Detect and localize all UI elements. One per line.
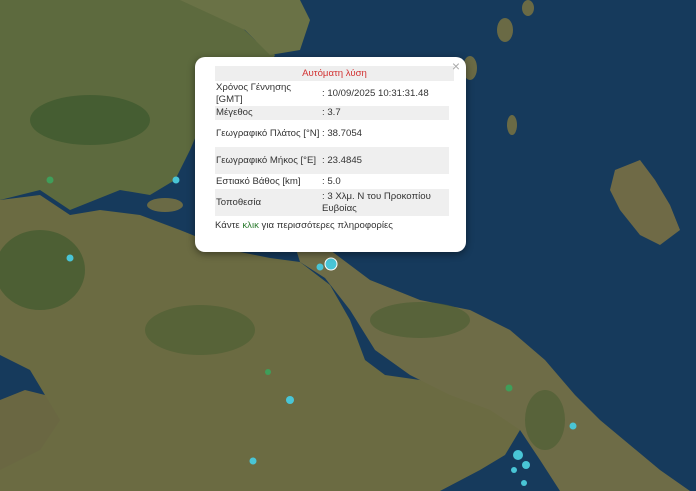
quake-marker <box>172 176 180 184</box>
quake-marker-old <box>265 369 271 375</box>
table-row-latitude: Γεωγραφικό Πλάτος [°N] : 38.7054 <box>215 120 449 147</box>
value-location: : 3 Χλμ. Ν του Προκοπίου Ευβοίας <box>321 189 449 216</box>
label-location: Τοποθεσία <box>215 189 321 216</box>
popup-title: Αυτόματη λύση <box>215 66 454 81</box>
more-info-link[interactable]: κλικ <box>242 220 259 231</box>
more-info-suffix: για περισσότερες πληροφορίες <box>258 220 393 231</box>
label-depth: Εστιακό Βάθος [km] <box>216 175 301 187</box>
earthquake-info-popup: × Αυτόματη λύση Χρόνος Γέννησης [GMT] : … <box>195 57 466 252</box>
quake-marker <box>522 461 530 469</box>
quake-marker <box>513 450 523 460</box>
land-islet-5 <box>147 198 183 212</box>
table-row-depth: Εστιακό Βάθος [km] : 5.0 <box>215 174 449 189</box>
quake-marker <box>66 254 74 262</box>
quake-marker <box>521 480 527 486</box>
value-longitude: : 23.4845 <box>321 147 449 174</box>
quake-marker <box>511 467 517 473</box>
value-depth: : 5.0 <box>322 175 341 187</box>
quake-marker <box>316 263 324 271</box>
label-latitude: Γεωγραφικό Πλάτος [°N] <box>216 127 320 139</box>
quake-marker <box>286 396 294 404</box>
land-islet-3 <box>522 0 534 16</box>
close-icon[interactable]: × <box>452 59 460 73</box>
table-row-longitude: Γεωγραφικό Μήκος [°E] : 23.4845 <box>215 147 449 174</box>
value-origin-time: : 10/09/2025 10:31:31.48 <box>322 87 429 99</box>
quake-marker <box>569 422 577 430</box>
quake-marker-old <box>46 176 54 184</box>
label-origin-time: Χρόνος Γέννησης [GMT] <box>216 82 291 105</box>
land-islet-4 <box>507 115 517 135</box>
label-magnitude: Μέγεθος <box>215 106 321 120</box>
table-row-magnitude: Μέγεθος : 3.7 <box>215 106 449 120</box>
more-info-text: Κάντε κλικ για περισσότερες πληροφορίες <box>215 220 454 232</box>
quake-marker <box>249 457 257 465</box>
value-magnitude: : 3.7 <box>321 106 449 120</box>
value-latitude: : 38.7054 <box>322 127 363 139</box>
earthquake-details-table: Χρόνος Γέννησης [GMT] : 10/09/2025 10:31… <box>215 81 449 216</box>
more-info-prefix: Κάντε <box>215 220 243 231</box>
quake-marker-old <box>505 384 513 392</box>
table-row-location: Τοποθεσία : 3 Χλμ. Ν του Προκοπίου Ευβοί… <box>215 189 449 216</box>
quake-marker-main <box>324 257 338 271</box>
land-islet-1 <box>497 18 513 42</box>
label-longitude: Γεωγραφικό Μήκος [°E] <box>215 147 321 174</box>
table-row-origin-time: Χρόνος Γέννησης [GMT] : 10/09/2025 10:31… <box>215 81 449 106</box>
